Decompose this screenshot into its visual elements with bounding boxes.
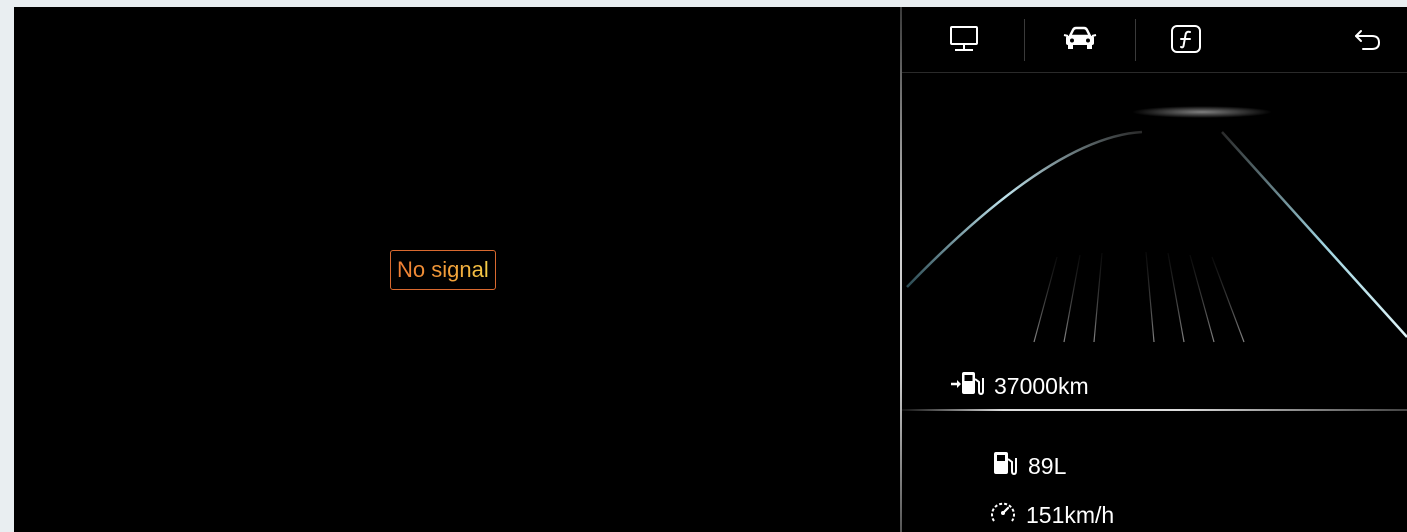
- head-unit-screen: No signal 37000km 89L 151km/h: [14, 7, 1407, 532]
- car-icon: [1063, 26, 1097, 52]
- tab-separator: [1024, 19, 1025, 61]
- no-signal-badge: No signal: [390, 250, 496, 290]
- function-icon: [1170, 24, 1202, 54]
- speed-value: 151km/h: [1026, 501, 1115, 528]
- back-button[interactable]: [1348, 21, 1388, 57]
- monitor-icon: [949, 25, 979, 53]
- tab-separator: [1135, 19, 1136, 61]
- fuel-value: 89L: [1028, 452, 1067, 479]
- speed-row: 151km/h: [988, 497, 1114, 532]
- info-separator: [902, 409, 1407, 411]
- camera-view: No signal: [14, 7, 900, 532]
- vehicle-info-panel: 37000km 89L 151km/h: [902, 7, 1407, 532]
- tab-car[interactable]: [1060, 21, 1100, 57]
- fuel-range-icon: [950, 369, 994, 403]
- speedometer-icon: [988, 497, 1026, 532]
- tab-bar-underline: [902, 72, 1407, 73]
- tab-function[interactable]: [1166, 21, 1206, 57]
- back-arrow-icon: [1353, 27, 1383, 51]
- fuel-pump-icon: [990, 449, 1028, 483]
- fuel-row: 89L: [990, 449, 1066, 483]
- panel-tab-bar: [902, 7, 1407, 73]
- tab-monitor[interactable]: [944, 21, 984, 57]
- range-value: 37000km: [994, 372, 1089, 399]
- lane-guide-graphic: [906, 106, 1407, 343]
- range-row: 37000km: [950, 369, 1089, 403]
